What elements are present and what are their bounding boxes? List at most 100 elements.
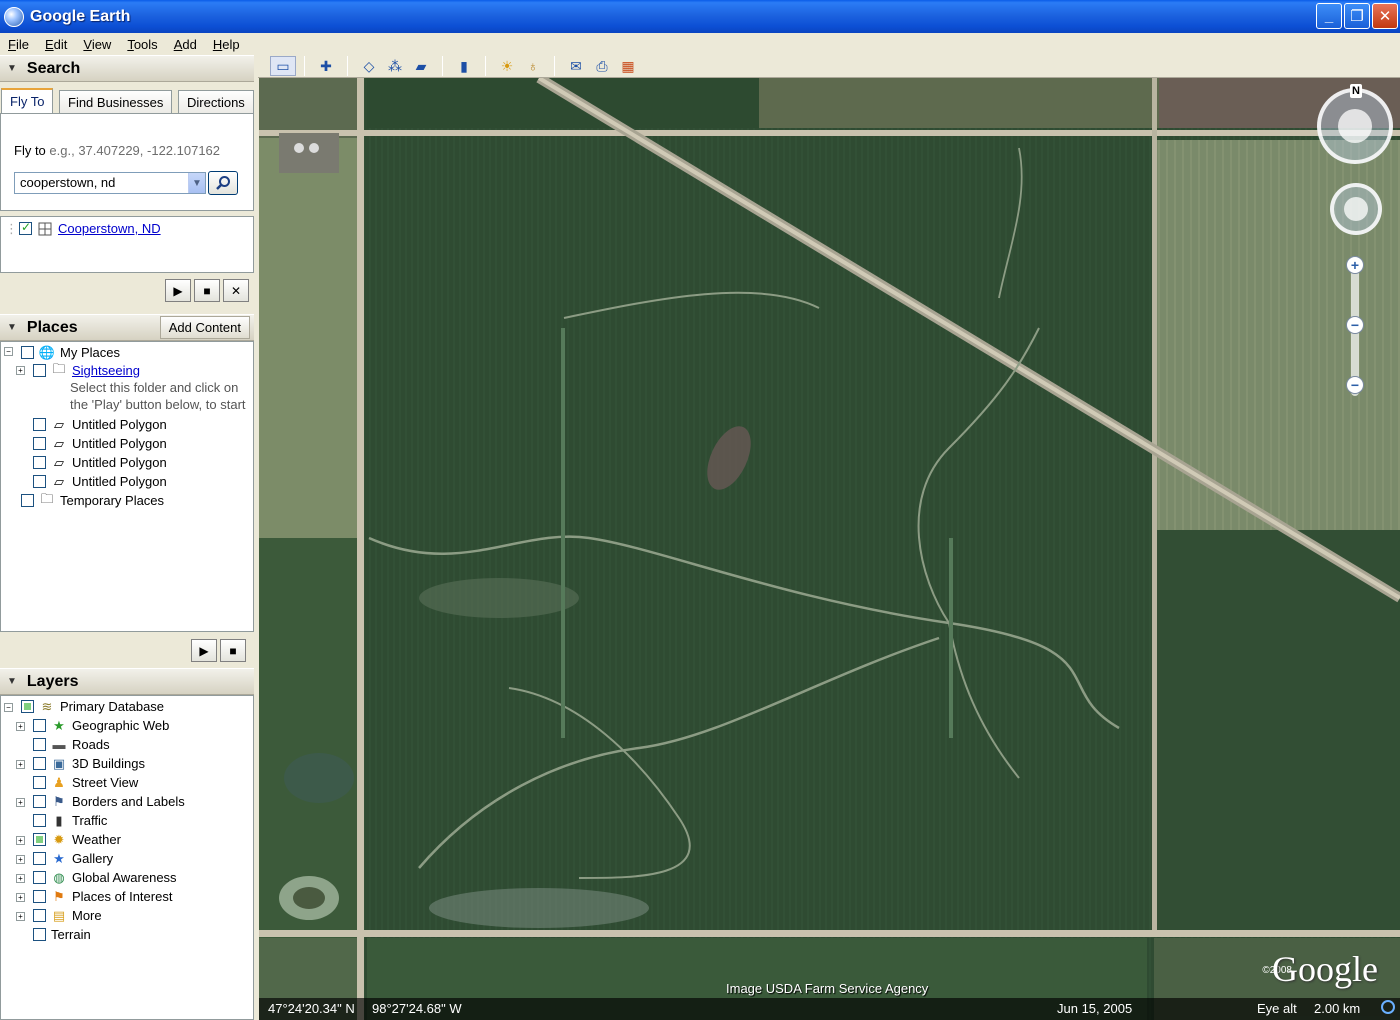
places-panel-header[interactable]: ▼ Places Add Content (0, 314, 254, 341)
fly-to-panel: Fly to e.g., 37.407229, -122.107162 coop… (0, 113, 254, 211)
search-panel-header[interactable]: ▼ Search (0, 55, 254, 82)
clear-button[interactable]: ✕ (223, 279, 249, 302)
tree-item-polygon[interactable]: ▱ Untitled Polygon (33, 453, 167, 472)
checkbox[interactable] (33, 795, 46, 808)
layer-terrain[interactable]: Terrain (33, 925, 91, 944)
result-item[interactable]: ⋮ Cooperstown, ND (5, 219, 161, 238)
zoom-handle[interactable]: − (1346, 316, 1364, 334)
checkbox[interactable] (33, 890, 46, 903)
close-button[interactable]: ✕ (1372, 3, 1398, 29)
menu-tools[interactable]: Tools (119, 37, 165, 52)
collapse-icon[interactable]: ▼ (7, 676, 17, 687)
hand-icon[interactable] (1344, 197, 1368, 221)
checkbox[interactable] (21, 700, 34, 713)
play-button[interactable]: ▶ (191, 639, 217, 662)
polygon-icon: ▱ (54, 416, 64, 432)
checkbox[interactable] (33, 909, 46, 922)
layer-borders-and-labels[interactable]: ⚑ Borders and Labels (33, 792, 185, 811)
menu-file[interactable]: File (0, 37, 37, 52)
minimize-button[interactable]: _ (1316, 3, 1342, 29)
tree-item-sightseeing[interactable]: 🗀 Sightseeing (33, 361, 140, 380)
checkbox[interactable] (33, 852, 46, 865)
checkbox[interactable] (33, 814, 46, 827)
layer-more[interactable]: ▤ More (33, 906, 102, 925)
email-icon[interactable]: ✉ (563, 56, 589, 76)
placemark-icon[interactable]: ✚ (313, 56, 339, 76)
layer-gallery[interactable]: ★ Gallery (33, 849, 113, 868)
layer-primary-database[interactable]: ≋ Primary Database (21, 697, 164, 716)
checkbox[interactable] (33, 833, 46, 846)
layer-roads[interactable]: ▬ Roads (33, 735, 110, 754)
checkbox[interactable] (33, 456, 46, 469)
polygon-icon[interactable]: ◇ (356, 56, 382, 76)
layer-weather[interactable]: ✹ Weather (33, 830, 121, 849)
path-icon[interactable]: ⁂ (382, 56, 408, 76)
layer-global-awareness[interactable]: ◍ Global Awareness (33, 868, 177, 887)
building-icon: ▣ (52, 755, 66, 771)
checkbox[interactable] (21, 346, 34, 359)
status-bar: 47°24'20.34" N 98°27'24.68" W Jun 15, 20… (259, 998, 1400, 1020)
overlay-icon[interactable]: ▰ (408, 56, 434, 76)
search-button[interactable] (208, 171, 238, 195)
map-view[interactable]: N + − − Image USDA Farm Service Agency ©… (259, 78, 1400, 1020)
tree-item-temporary-places[interactable]: 🗀 Temporary Places (21, 491, 164, 510)
tree-item-polygon[interactable]: ▱ Untitled Polygon (33, 434, 167, 453)
print-icon[interactable]: ⎙ (589, 56, 615, 76)
layer-traffic[interactable]: ▮ Traffic (33, 811, 107, 830)
zoom-in-icon[interactable]: + (1346, 256, 1364, 274)
eye-alt-value: 2.00 km (1314, 1001, 1361, 1016)
sun-icon[interactable]: ☀ (494, 56, 520, 76)
collapse-icon[interactable]: ▼ (7, 63, 17, 74)
tab-fly-to[interactable]: Fly To (1, 88, 54, 113)
checkbox[interactable] (33, 418, 46, 431)
menu-view[interactable]: View (75, 37, 119, 52)
layer-geographic-web[interactable]: ★ Geographic Web (33, 716, 169, 735)
checkbox[interactable] (33, 437, 46, 450)
north-indicator[interactable]: N (1350, 84, 1362, 98)
maximize-button[interactable]: ❐ (1344, 3, 1370, 29)
play-button[interactable]: ▶ (165, 279, 191, 302)
latitude: 47°24'20.34" N (268, 1001, 355, 1016)
tab-directions[interactable]: Directions (178, 90, 254, 113)
planet-icon[interactable]: ♁ (520, 56, 546, 76)
fly-to-input[interactable]: cooperstown, nd ▼ (14, 172, 206, 194)
add-content-button[interactable]: Add Content (159, 316, 250, 339)
traffic-light-icon: ▮ (55, 812, 63, 828)
fly-to-value: cooperstown, nd (20, 175, 116, 190)
checkbox[interactable] (33, 871, 46, 884)
result-link-cooperstown[interactable]: Cooperstown, ND (58, 221, 161, 236)
checkbox[interactable] (33, 738, 46, 751)
checkbox[interactable] (33, 719, 46, 732)
checkbox[interactable] (33, 776, 46, 789)
zoom-out-icon[interactable]: − (1346, 376, 1364, 394)
checkbox[interactable] (33, 364, 46, 377)
imagery-attribution: Image USDA Farm Service Agency (726, 981, 929, 996)
tree-item-my-places[interactable]: 🌐 My Places (21, 343, 120, 362)
checkbox[interactable] (33, 475, 46, 488)
stop-button[interactable]: ■ (194, 279, 220, 302)
polygon-icon: ▱ (54, 435, 64, 451)
polygon-icon: ▱ (54, 454, 64, 470)
chevron-down-icon[interactable]: ▼ (188, 173, 205, 193)
menu-help[interactable]: Help (205, 37, 248, 52)
tree-item-polygon[interactable]: ▱ Untitled Polygon (33, 472, 167, 491)
menu-edit[interactable]: Edit (37, 37, 75, 52)
search-results: ⋮ Cooperstown, ND (0, 216, 254, 273)
tree-item-polygon[interactable]: ▱ Untitled Polygon (33, 415, 167, 434)
ruler-icon[interactable]: ▮ (451, 56, 477, 76)
tab-find-businesses[interactable]: Find Businesses (59, 90, 173, 113)
checkbox[interactable] (21, 494, 34, 507)
collapse-icon[interactable]: ▼ (7, 322, 17, 333)
menu-add[interactable]: Add (166, 37, 205, 52)
layer-3d-buildings[interactable]: ▣ 3D Buildings (33, 754, 145, 773)
eye-icon[interactable] (1338, 109, 1372, 143)
layer-places-of-interest[interactable]: ⚑ Places of Interest (33, 887, 172, 906)
checkbox[interactable] (33, 928, 46, 941)
layer-street-view[interactable]: ♟ Street View (33, 773, 138, 792)
checkbox[interactable] (33, 757, 46, 770)
layers-panel-header[interactable]: ▼ Layers (0, 668, 254, 695)
maps-icon[interactable]: ▦ (615, 56, 641, 76)
result-checkbox[interactable] (19, 220, 32, 235)
sidebar-toggle-icon[interactable]: ▭ (270, 56, 296, 76)
stop-button[interactable]: ■ (220, 639, 246, 662)
